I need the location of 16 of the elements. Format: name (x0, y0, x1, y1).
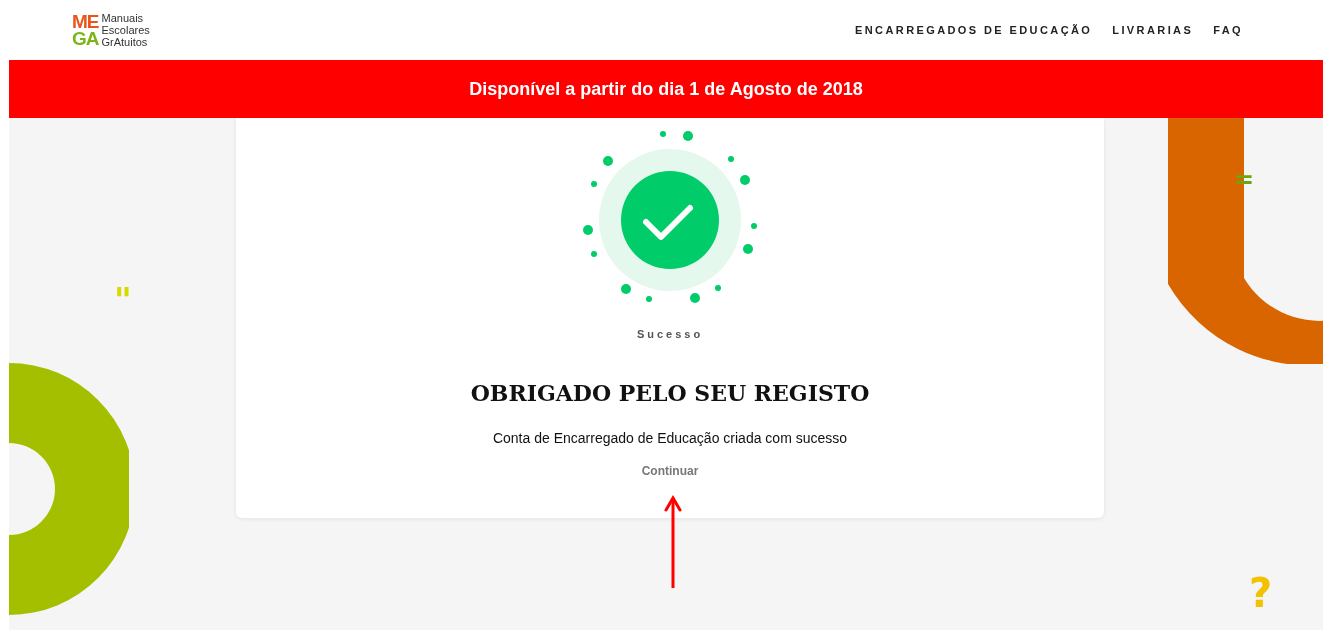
quote-mark: " (114, 283, 132, 317)
logo-letters-text: GA (72, 30, 99, 47)
logo-text: Manuais (101, 12, 145, 24)
banner-text: Disponível a partir do dia 1 de Agosto de 2018 (469, 78, 863, 100)
equals-mark: = (1234, 168, 1255, 192)
question-mark: ? (1249, 573, 1273, 613)
nav-link[interactable]: FAQ (1213, 24, 1243, 36)
status-label: Sucesso (636, 328, 704, 340)
continue-link[interactable]: Continuar (641, 464, 699, 478)
logo-text: Escolares (101, 24, 150, 36)
nav-link[interactable]: LIVRARIAS (1112, 24, 1194, 36)
logo-letters-text: ME (72, 13, 99, 30)
logo-text: GrAtuitos (101, 36, 149, 48)
page-heading: OBRIGADO PELO SEU REGISTO (470, 380, 870, 406)
nav-link[interactable]: ENCARREGADOS DE EDUCAÇÃO (855, 24, 1093, 36)
success-message: Conta de Encarregado de Educação criada com sucesso (492, 430, 848, 446)
